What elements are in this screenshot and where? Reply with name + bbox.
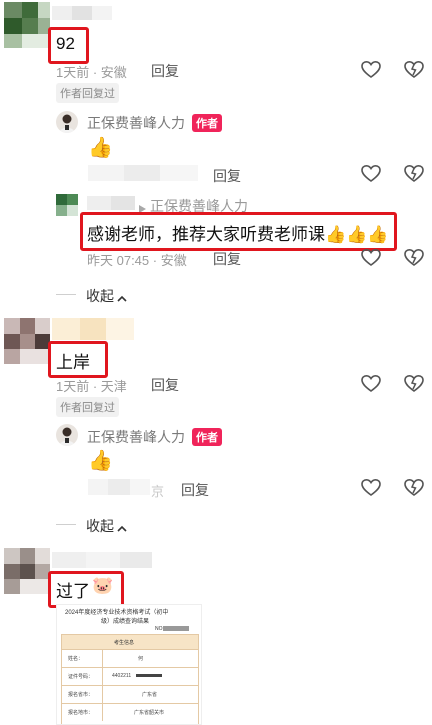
author-tag: 作者 [192,428,222,446]
report-row: 证件号码： 4402211 [62,667,198,686]
dislike-icon[interactable] [404,60,424,80]
sub-replier-avatar[interactable] [56,194,78,216]
report-row-label: 证件号码： [68,674,94,680]
comment-time-location: 1天前 · 天津 [56,379,127,394]
author-replied-badge: 作者回复过 [56,397,119,417]
collapse-divider [56,294,76,295]
comment-time-location: 1天前 · 安徽 [56,65,127,80]
reply-button[interactable]: 回复 [181,480,209,500]
report-row-value: 广东省韶关市 [134,710,165,716]
reply-button[interactable]: 回复 [213,249,241,269]
pig-emoji: 🐷 [92,576,114,595]
collapse-label: 收起 [86,288,114,304]
report-value-redacted [136,674,162,677]
author-avatar[interactable] [56,111,78,133]
report-row: 姓名： 何 [62,649,198,668]
comment-text: 感谢老师，推荐大家听费老师课👍👍👍 [87,225,389,244]
commenter-name-blurred[interactable] [52,6,112,20]
heart-icon[interactable] [361,478,381,498]
report-row: 报名省市： 广东省 [62,685,198,704]
collapse-divider [56,524,76,525]
report-section-header: 考生信息 [62,635,198,650]
report-no-blurred [163,626,189,631]
heart-icon[interactable] [361,248,381,268]
dislike-icon[interactable] [404,164,424,184]
collapse-button[interactable]: 收起 [86,516,127,536]
author-name[interactable]: 正保费善峰人力 [87,113,185,133]
report-row-value: 何 [138,656,144,662]
report-table: 考生信息 姓名： 何 证件号码： 4402211 报名省市： 广东省 报名地市：… [61,634,199,724]
report-col-divider [102,667,103,685]
comment-text: 92 [56,34,75,53]
heart-icon[interactable] [361,164,381,184]
reply-time-blurred [88,479,150,495]
play-arrow-icon [139,200,146,213]
commenter-avatar[interactable] [4,318,50,364]
author-tag: 作者 [192,114,222,132]
reply-time-fragment: 京 [151,484,165,499]
report-row-value: 4402211 [112,673,132,679]
report-row-label: 报名地市： [68,710,94,716]
author-avatar[interactable] [56,424,78,446]
report-title-line2: 级）成绩查询结果 [101,619,150,625]
comment-text: 上岸 [56,353,90,372]
heart-icon[interactable] [361,374,381,394]
reply-button[interactable]: 回复 [213,166,241,186]
chevron-up-icon [117,289,127,305]
collapse-button[interactable]: 收起 [86,286,127,306]
commenter-name-blurred[interactable] [52,552,152,568]
report-section-title: 考生信息 [114,640,135,646]
thumbs-up-emoji: 👍 [88,137,113,159]
comment-time-location: 昨天 07:45 · 安徽 [87,253,187,268]
report-row-label: 报名省市： [68,692,94,698]
heart-icon[interactable] [361,60,381,80]
dislike-icon[interactable] [404,374,424,394]
author-name[interactable]: 正保费善峰人力 [87,427,185,447]
report-row: 报名地市： 广东省韶关市 [62,703,198,721]
report-col-divider [102,703,103,721]
comment-text: 过了 [56,582,90,601]
commenter-avatar[interactable] [4,548,50,594]
thumbs-up-emoji: 👍 [88,450,113,472]
report-row-value: 广东省 [142,692,158,698]
reply-button[interactable]: 回复 [151,375,179,395]
attached-image[interactable]: 2024年度经济专业技术资格考试（初中 级）成绩查询结果 NO. 考生信息 姓名… [56,604,202,725]
reply-time-blurred [88,165,198,181]
report-col-divider [102,649,103,667]
commenter-name-blurred[interactable] [52,318,134,340]
reply-button[interactable]: 回复 [151,61,179,81]
report-row-label: 姓名： [68,656,84,662]
author-replied-badge: 作者回复过 [56,83,119,103]
sub-replier-name-blurred[interactable] [87,196,135,210]
chevron-up-icon [117,519,127,535]
dislike-icon[interactable] [404,478,424,498]
commenter-avatar[interactable] [4,2,50,48]
dislike-icon[interactable] [404,248,424,268]
report-col-divider [102,685,103,703]
report-title-line1: 2024年度经济专业技术资格考试（初中 [65,610,169,616]
collapse-label: 收起 [86,518,114,534]
